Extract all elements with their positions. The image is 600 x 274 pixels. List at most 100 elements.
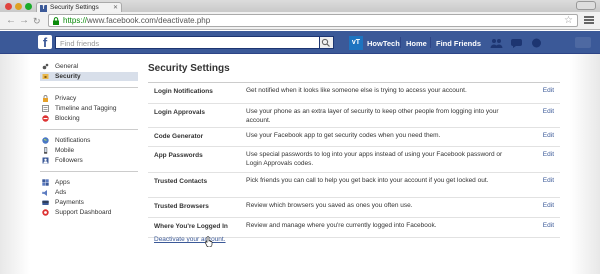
back-arrow-icon[interactable]: ← [6,15,16,26]
home-link[interactable]: Home [406,39,427,48]
window-control-button[interactable] [576,1,596,10]
settings-menu-icon[interactable] [575,37,591,48]
globe-icon [42,137,49,144]
divider [40,171,138,172]
browser-titlebar: f Security Settings ✕ [0,0,600,13]
find-friends-link[interactable]: Find Friends [436,39,481,48]
setting-label: App Passwords [154,152,203,159]
url-path: www.facebook.com/deactivate.php [87,16,211,25]
browser-toolbar: ← → ↻ https://www.facebook.com/deactivat… [0,12,600,30]
security-settings-panel: Security Settings Login Notifications Ge… [148,62,560,243]
deactivate-account-link[interactable]: Deactivate your account. [154,236,226,243]
sidebar-item-followers[interactable]: Followers [40,156,138,165]
minimize-window-button[interactable] [15,3,22,10]
address-bar[interactable]: https://www.facebook.com/deactivate.php … [48,14,578,27]
settings-row-where-logged-in[interactable]: Where You're Logged In Review and manage… [148,218,560,238]
setting-label: Login Approvals [154,109,206,116]
messages-icon[interactable] [510,38,523,48]
url-scheme: https:// [63,16,88,25]
edit-link[interactable]: Edit [543,108,554,115]
edit-link[interactable]: Edit [543,151,554,158]
page-edge [0,54,30,274]
sidebar-item-label: Timeline and Tagging [55,105,117,112]
facebook-favicon-icon: f [40,5,47,12]
sidebar-item-label: Privacy [55,95,77,102]
forward-arrow-icon[interactable]: → [19,15,29,26]
menu-icon[interactable] [584,16,594,25]
sidebar-item-label: Support Dashboard [55,209,112,216]
edit-link[interactable]: Edit [543,87,554,94]
setting-description: Pick friends you can call to help you ge… [246,177,489,184]
blocking-icon [42,115,49,122]
ads-icon [42,190,47,196]
avatar[interactable]: vT [349,36,363,50]
zoom-window-button[interactable] [25,3,32,10]
support-icon [42,209,49,216]
settings-row-code-generator[interactable]: Code Generator Use your Facebook app to … [148,128,560,147]
sidebar-item-label: General [55,63,79,70]
setting-label: Where You're Logged In [154,223,228,230]
hand-cursor-icon [205,236,213,247]
sidebar-item-mobile[interactable]: Mobile [40,146,138,155]
setting-description: Use special passwords to log into your a… [246,151,503,167]
settings-row-app-passwords[interactable]: App Passwords Use special passwords to l… [148,147,560,173]
sidebar-item-general[interactable]: General [40,62,138,71]
nav-divider [400,37,401,48]
sidebar-item-label: Apps [55,179,70,186]
lock-icon [43,95,48,102]
sidebar-item-label: Followers [55,157,83,164]
sidebar-item-timeline[interactable]: Timeline and Tagging [40,104,138,113]
setting-description: Use your Facebook app to get security co… [246,132,441,139]
payments-icon [42,200,49,205]
sidebar-item-ads[interactable]: Ads [40,188,138,197]
search-button[interactable] [320,36,334,49]
divider [40,129,138,130]
sidebar-item-label: Security [55,73,81,80]
edit-link[interactable]: Edit [543,222,554,229]
setting-description: Use your phone as an extra layer of secu… [246,108,499,124]
mobile-icon [44,147,48,154]
security-icon [42,74,49,79]
sidebar-item-label: Notifications [55,137,91,144]
facebook-header: f Find friends vT HowTech Home Find Frie… [0,31,600,54]
setting-label: Trusted Contacts [154,178,208,185]
facebook-logo[interactable]: f [38,35,52,50]
sidebar-item-label: Mobile [55,147,75,154]
star-icon[interactable]: ☆ [564,15,573,26]
setting-label: Login Notifications [154,88,213,95]
sidebar-item-security[interactable]: Security [40,72,138,81]
friend-requests-icon[interactable] [490,38,503,48]
setting-label: Trusted Browsers [154,203,209,210]
edit-link[interactable]: Edit [543,132,554,139]
profile-name-link[interactable]: HowTech [367,39,400,48]
settings-row-login-approvals[interactable]: Login Approvals Use your phone as an ext… [148,104,560,128]
sidebar-item-label: Payments [55,199,84,206]
gear-icon [42,63,49,70]
refresh-icon[interactable]: ↻ [33,16,41,27]
edit-link[interactable]: Edit [543,177,554,184]
sidebar-item-notifications[interactable]: Notifications [40,136,138,145]
settings-row-trusted-browsers[interactable]: Trusted Browsers Review which browsers y… [148,198,560,218]
sidebar-item-support[interactable]: Support Dashboard [40,208,138,217]
setting-description: Review and manage where you're currently… [246,222,437,229]
settings-row-trusted-contacts[interactable]: Trusted Contacts Pick friends you can ca… [148,173,560,198]
setting-description: Get notified when it looks like someone … [246,87,467,94]
setting-label: Code Generator [154,133,204,140]
sidebar-item-privacy[interactable]: Privacy [40,94,138,103]
apps-icon [42,179,49,186]
divider [40,87,138,88]
followers-icon [42,157,49,164]
page-title: Security Settings [148,63,230,74]
settings-row-login-notifications[interactable]: Login Notifications Get notified when it… [148,83,560,104]
sidebar-item-payments[interactable]: Payments [40,198,138,207]
close-window-button[interactable] [5,3,12,10]
sidebar-item-label: Blocking [55,115,80,122]
sidebar-item-apps[interactable]: Apps [40,178,138,187]
tab-close-icon[interactable]: ✕ [113,4,118,11]
search-input[interactable]: Find friends [55,36,320,49]
settings-sidebar: General Security Privacy Timeline and Ta… [40,62,138,218]
notifications-globe-icon[interactable] [530,38,543,48]
tab-title: Security Settings [50,4,99,11]
sidebar-item-blocking[interactable]: Blocking [40,114,138,123]
edit-link[interactable]: Edit [543,202,554,209]
